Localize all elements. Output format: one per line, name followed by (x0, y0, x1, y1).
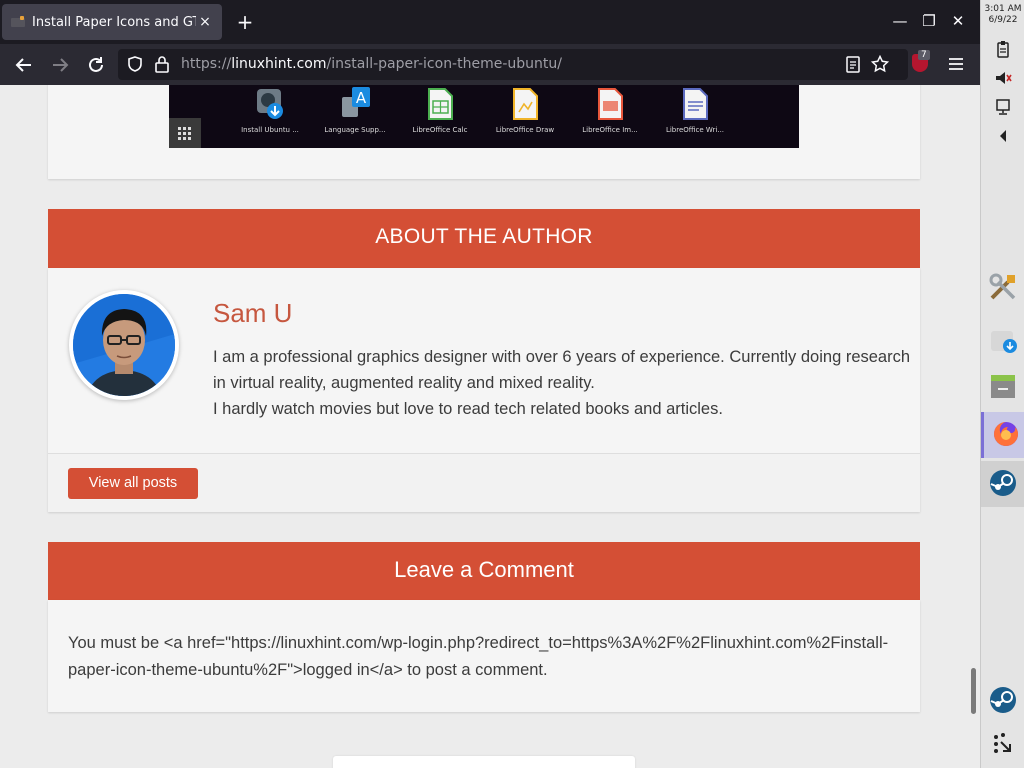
launcher-app-label: LibreOffice Wri... (665, 126, 725, 134)
system-panel: 3:01 AM 6/9/22 (980, 0, 1024, 768)
about-author-heading: ABOUT THE AUTHOR (48, 209, 920, 268)
dotted-arrow-icon (994, 733, 1011, 753)
reader-view-icon[interactable] (845, 56, 861, 73)
reload-button[interactable] (83, 52, 109, 78)
tab-title: Install Paper Icons and GTK (32, 14, 196, 30)
installer-icon (991, 331, 1017, 353)
launcher-app-label: LibreOffice Calc (412, 126, 468, 134)
launcher-app-impress: LibreOffice Im... (570, 85, 650, 134)
tray-steam[interactable] (981, 678, 1024, 724)
reload-icon (89, 57, 103, 72)
svg-text:A: A (356, 89, 367, 107)
app-grid-icon (169, 118, 201, 148)
tray-activities[interactable] (981, 722, 1024, 768)
forward-button[interactable] (47, 52, 73, 78)
lock-icon[interactable] (154, 55, 170, 73)
calc-icon (425, 87, 455, 121)
leave-comment-heading: Leave a Comment (48, 542, 920, 600)
article-screenshot-card: Install Ubuntu ... A Language Supp... Li… (48, 85, 920, 179)
close-window-button[interactable]: ✕ (948, 12, 968, 30)
launcher-app-label: Install Ubuntu ... (241, 126, 299, 134)
login-required-message: You must be <a href="https://linuxhint.c… (68, 634, 889, 679)
dock-item-settings[interactable] (981, 265, 1024, 311)
url-path: /install-paper-icon-theme-ubuntu/ (326, 56, 562, 72)
launcher-app-label: LibreOffice Im... (582, 126, 638, 134)
minimize-button[interactable]: — (890, 12, 910, 30)
back-button[interactable] (11, 52, 37, 78)
launcher-app-calc: LibreOffice Calc (400, 85, 480, 134)
launcher-app-label: Language Supp... (324, 126, 386, 134)
navigation-toolbar: https://linuxhint.com/install-paper-icon… (0, 44, 980, 85)
new-tab-button[interactable]: + (232, 10, 258, 36)
tab-strip: Install Paper Icons and GTK × + — ❐ ✕ (0, 0, 980, 44)
impress-icon (595, 87, 625, 121)
page-scrollbar-track[interactable] (968, 85, 980, 768)
dock-item-files[interactable] (981, 364, 1024, 410)
tab-close-icon[interactable]: × (196, 14, 214, 30)
arrow-left-icon (15, 58, 31, 72)
dock-item-firefox[interactable] (981, 412, 1024, 458)
file-cabinet-icon (991, 375, 1015, 398)
author-bio-paragraph: I hardly watch movies but love to read t… (213, 400, 723, 418)
arrow-right-icon (53, 58, 69, 72)
url-host: linuxhint.com (231, 56, 327, 72)
page-scrollbar-thumb[interactable] (971, 668, 976, 714)
author-bio-paragraph: I am a professional graphics designer wi… (213, 348, 911, 392)
clock-date[interactable]: 6/9/22 (981, 15, 1024, 25)
view-all-posts-button[interactable]: View all posts (68, 468, 198, 499)
author-card: Sam U I am a professional graphics desig… (48, 268, 920, 512)
launcher-app-draw: LibreOffice Draw (485, 85, 565, 134)
ublock-badge: 7 (918, 50, 930, 60)
bookmark-star-icon[interactable] (871, 55, 889, 73)
author-bio: I am a professional graphics designer wi… (213, 344, 913, 422)
launcher-app-writer: LibreOffice Wri... (655, 85, 735, 134)
address-bar[interactable]: https://linuxhint.com/install-paper-icon… (118, 49, 908, 80)
url-scheme: https:// (181, 56, 232, 72)
volume-muted-icon[interactable] (993, 68, 1013, 88)
clock-time[interactable]: 3:01 AM (981, 4, 1024, 14)
browser-tab[interactable]: Install Paper Icons and GTK × (2, 4, 222, 40)
comment-card: You must be <a href="https://linuxhint.c… (48, 600, 920, 712)
language-icon: A (340, 87, 370, 121)
dock-item-steam[interactable] (981, 461, 1024, 507)
writer-icon (680, 87, 710, 121)
collapse-arrow-icon[interactable] (993, 126, 1013, 146)
shield-icon[interactable] (126, 55, 144, 73)
site-favicon-icon (10, 14, 26, 30)
launcher-app-language: A Language Supp... (315, 85, 395, 134)
author-avatar (69, 290, 179, 400)
draw-icon (510, 87, 540, 121)
hamburger-menu-icon[interactable] (947, 56, 965, 72)
page-content: Install Ubuntu ... A Language Supp... Li… (0, 85, 968, 768)
footer-widget-box (333, 756, 635, 768)
launcher-app-label: LibreOffice Draw (495, 126, 555, 134)
steam-icon (990, 687, 1016, 713)
installer-icon (255, 87, 285, 121)
restore-button[interactable]: ❐ (919, 12, 939, 30)
steam-icon (990, 470, 1016, 496)
clipboard-icon[interactable] (993, 40, 1013, 60)
app-launcher-screenshot: Install Ubuntu ... A Language Supp... Li… (169, 85, 799, 148)
launcher-app-installer: Install Ubuntu ... (230, 85, 310, 134)
firefox-icon (994, 422, 1018, 446)
display-icon[interactable] (993, 97, 1013, 117)
author-name[interactable]: Sam U (213, 298, 292, 329)
tools-icon (989, 273, 1016, 300)
url-text[interactable]: https://linuxhint.com/install-paper-icon… (181, 56, 562, 72)
dock-item-installer[interactable] (981, 318, 1024, 364)
author-card-footer: View all posts (48, 453, 920, 512)
